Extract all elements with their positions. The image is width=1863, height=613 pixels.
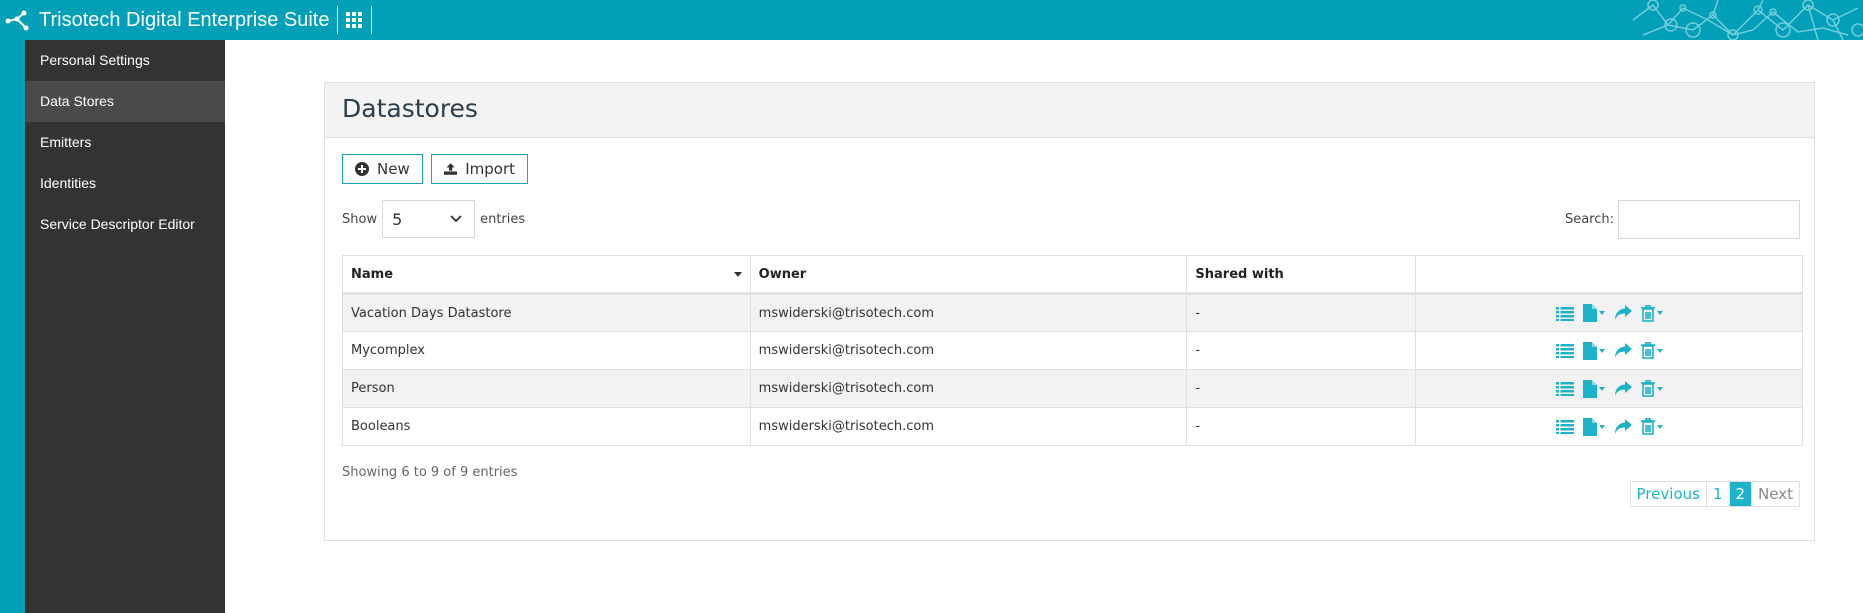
- cell-owner: mswiderski@trisotech.com: [749, 293, 1188, 332]
- plus-circle-icon: [355, 162, 369, 176]
- upload-icon: [444, 163, 458, 175]
- top-bar: Trisotech Digital Enterprise Suite: [0, 0, 1863, 40]
- entries-length-control: Show 5 entries: [342, 200, 525, 238]
- cell-name: Vacation Days Datastore: [342, 293, 751, 332]
- pagination: Previous 1 2 Next: [1629, 481, 1800, 507]
- cell-shared-with: -: [1186, 293, 1417, 332]
- chevron-down-icon: [450, 215, 462, 223]
- list-icon[interactable]: [1555, 419, 1574, 434]
- trisotech-logo-icon: [5, 10, 29, 31]
- file-icon[interactable]: [1582, 379, 1605, 398]
- share-icon[interactable]: [1614, 418, 1632, 435]
- sidebar-item-personal-settings[interactable]: Personal Settings: [25, 40, 225, 81]
- file-icon[interactable]: [1582, 304, 1605, 322]
- page-title: Datastores: [342, 94, 478, 123]
- import-button-label: Import: [465, 160, 515, 178]
- column-header-owner[interactable]: Owner: [749, 255, 1188, 295]
- search-input[interactable]: [1618, 200, 1800, 239]
- entries-per-page-select[interactable]: 5: [382, 200, 476, 238]
- pagination-page-2[interactable]: 2: [1729, 482, 1753, 506]
- new-button-label: New: [377, 160, 410, 178]
- column-header-name-label: Name: [351, 266, 394, 282]
- left-strip: [0, 40, 25, 613]
- column-header-owner-label: Owner: [758, 266, 807, 282]
- column-header-shared-label: Shared with: [1195, 266, 1284, 282]
- share-icon[interactable]: [1614, 342, 1632, 359]
- cell-name: Mycomplex: [342, 331, 751, 370]
- pagination-page-1[interactable]: 1: [1707, 482, 1730, 506]
- trash-icon[interactable]: [1640, 342, 1663, 359]
- file-icon[interactable]: [1582, 417, 1605, 436]
- column-header-shared-with[interactable]: Shared with: [1186, 255, 1417, 295]
- cell-actions: [1415, 331, 1803, 370]
- trash-icon[interactable]: [1640, 304, 1663, 322]
- cell-owner: mswiderski@trisotech.com: [749, 369, 1188, 408]
- sidebar-item-service-descriptor-editor[interactable]: Service Descriptor Editor: [25, 204, 225, 245]
- table-info: Showing 6 to 9 of 9 entries: [342, 465, 518, 480]
- pagination-previous[interactable]: Previous: [1631, 482, 1707, 506]
- cell-owner: mswiderski@trisotech.com: [749, 331, 1188, 370]
- cell-shared-with: -: [1186, 407, 1417, 446]
- cell-actions: [1415, 293, 1803, 332]
- table-header-row: Name Owner Shared with: [342, 255, 1803, 295]
- panel-header: Datastores: [325, 83, 1814, 138]
- divider: [337, 6, 338, 34]
- search-control: Search:: [1565, 200, 1800, 239]
- import-button[interactable]: Import: [431, 154, 528, 184]
- list-icon[interactable]: [1555, 343, 1574, 358]
- trash-icon[interactable]: [1640, 418, 1663, 435]
- cell-actions: [1415, 369, 1803, 408]
- cell-owner: mswiderski@trisotech.com: [749, 407, 1188, 446]
- list-icon[interactable]: [1555, 306, 1574, 321]
- cell-actions: [1415, 407, 1803, 446]
- list-icon[interactable]: [1555, 381, 1574, 396]
- show-label: Show: [342, 211, 378, 227]
- cell-name: Person: [342, 369, 751, 408]
- apps-grid-icon[interactable]: [345, 11, 363, 29]
- sidebar: Personal Settings Data Stores Emitters I…: [25, 40, 225, 613]
- table-row[interactable]: Vacation Days Datastore mswiderski@triso…: [342, 293, 1803, 332]
- network-decoration-icon: [1632, 0, 1863, 40]
- sort-desc-icon[interactable]: [733, 272, 742, 277]
- cell-shared-with: -: [1186, 369, 1417, 408]
- new-button[interactable]: New: [342, 154, 423, 184]
- app-title: Trisotech Digital Enterprise Suite: [39, 9, 330, 31]
- entries-label: entries: [480, 211, 526, 227]
- table-row[interactable]: Mycomplex mswiderski@trisotech.com -: [342, 331, 1803, 370]
- cell-shared-with: -: [1186, 331, 1417, 370]
- datastores-panel: Datastores New Import Show 5 entries Sea…: [324, 82, 1815, 541]
- sidebar-item-data-stores[interactable]: Data Stores: [25, 81, 225, 122]
- file-icon[interactable]: [1582, 341, 1605, 360]
- column-header-name[interactable]: Name: [342, 255, 751, 295]
- table-row[interactable]: Booleans mswiderski@trisotech.com -: [342, 407, 1803, 446]
- pagination-next[interactable]: Next: [1752, 482, 1799, 506]
- sidebar-item-emitters[interactable]: Emitters: [25, 122, 225, 163]
- search-label: Search:: [1564, 212, 1614, 227]
- share-icon[interactable]: [1614, 380, 1632, 397]
- datastores-table: Name Owner Shared with Vacation Days Dat…: [342, 255, 1803, 446]
- cell-name: Booleans: [342, 407, 751, 446]
- trash-icon[interactable]: [1640, 380, 1663, 397]
- divider: [371, 6, 372, 34]
- share-icon[interactable]: [1614, 305, 1632, 321]
- column-header-actions: [1415, 255, 1803, 295]
- entries-per-page-value: 5: [392, 209, 403, 229]
- sidebar-item-identities[interactable]: Identities: [25, 163, 225, 204]
- table-row[interactable]: Person mswiderski@trisotech.com -: [342, 369, 1803, 408]
